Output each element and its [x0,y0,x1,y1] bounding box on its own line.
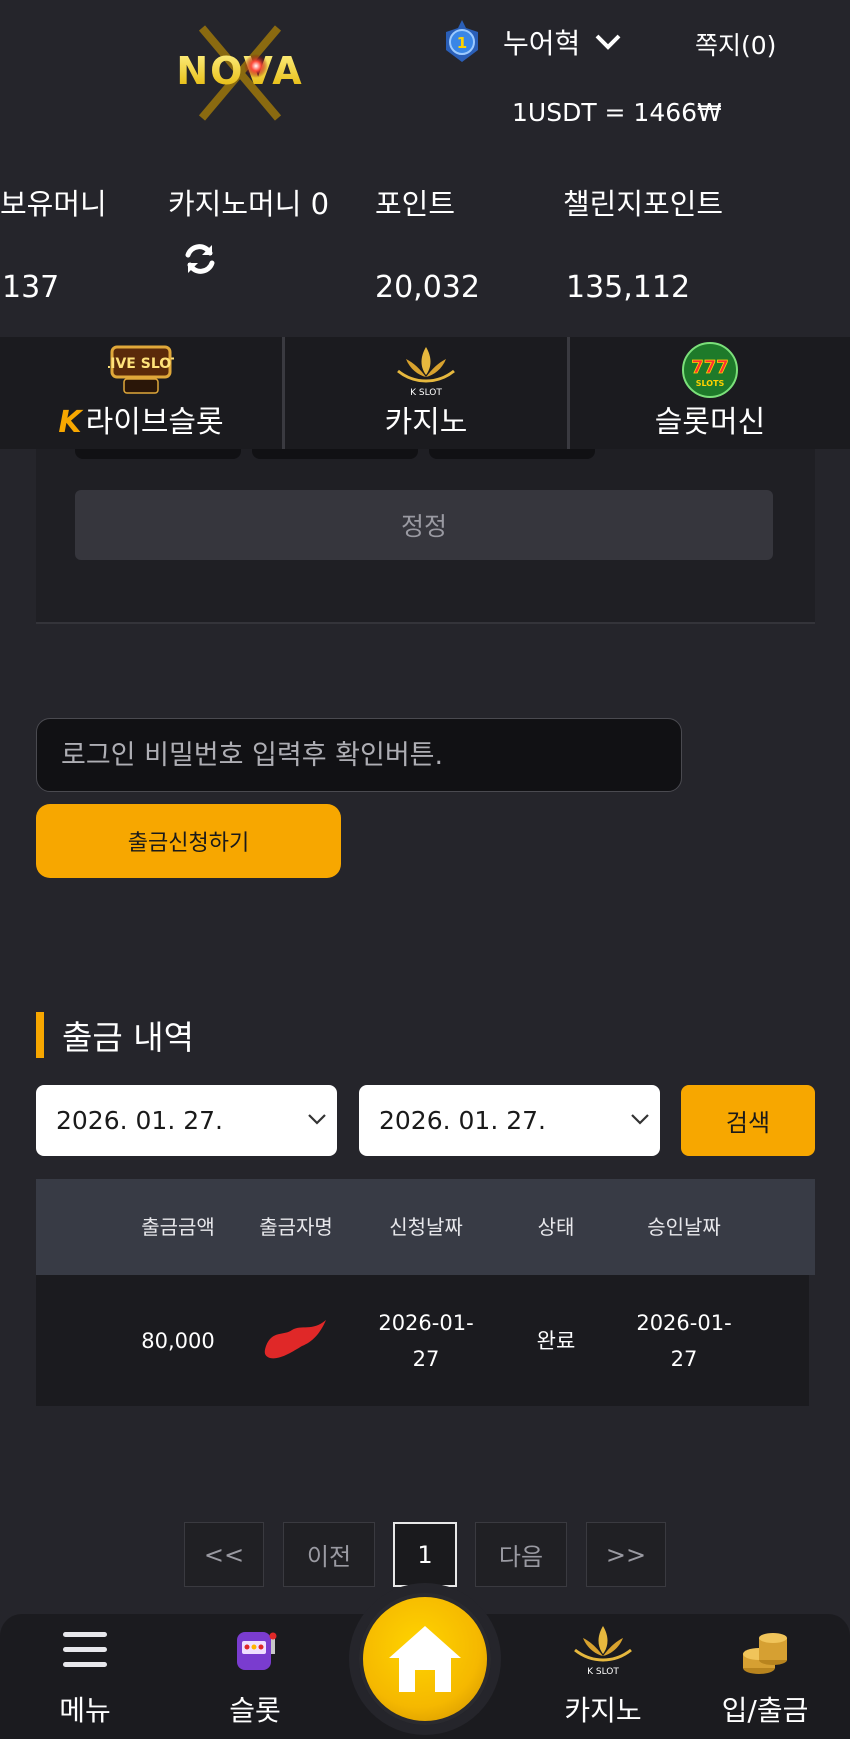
approved-date-line: 2026-01- [636,1310,732,1335]
hamburger-menu-icon [63,1632,107,1667]
amount-chip[interactable] [252,449,418,459]
requested-date-line: 2026-01- [378,1310,474,1335]
live-slot-badge: LIVE SLOT [108,356,174,372]
amount-chip[interactable] [429,449,595,459]
date-to-select[interactable]: 2026. 01. 27. [359,1085,660,1156]
live-slot-text: 라이브슬롯 [85,405,224,440]
date-from-value: 2026. 01. 27. [56,1106,223,1135]
k-slot-badge: K SLOT [587,1667,619,1677]
tab-live-slot[interactable]: LIVE SLOT K라이브슬롯 [0,337,285,449]
chevron-down-icon [595,34,621,50]
password-input[interactable] [36,718,682,792]
challenge-points-label: 챌린지포인트 [563,187,724,221]
slot-machine-icon [237,1632,277,1670]
tab-live-slot-label: K 라이브슬롯 [0,397,282,441]
reset-button[interactable]: 정정 [75,490,773,560]
date-from-select[interactable]: 2026. 01. 27. [36,1085,337,1156]
casino-money-label: 카지노머니 0 [168,187,330,221]
tab-casino[interactable]: K SLOT 카지노 [285,337,570,449]
column-header: 상태 [537,1215,575,1239]
table-header: 출금금액 출금자명 신청날짜 상태 승인날짜 [36,1179,815,1275]
nav-menu-label: 메뉴 [59,1694,111,1727]
tab-slot-machine-label: 슬롯머신 [654,405,766,440]
nav-deposit-label: 입/출금 [721,1694,809,1727]
nav-casino[interactable]: K SLOT 카지노 [548,1614,658,1739]
nav-slot[interactable]: 슬롯 [210,1614,300,1739]
nova-logo[interactable]: NOVA [140,18,340,128]
table-row: 80,000 2026-01- 27 완료 2026-01- 27 [36,1275,809,1406]
k-slot-lotus-icon: K SLOT [397,347,455,398]
live-slot-icon: LIVE SLOT [108,345,174,394]
column-header: 출금자명 [259,1215,333,1239]
coin-stack-icon [743,1633,787,1674]
nav-casino-label: 카지노 [564,1694,642,1727]
refresh-icon[interactable] [182,241,218,277]
777-slots-icon: 777 SLOTS [682,342,738,398]
cell-requested-date: 2026-01- 27 [366,1275,486,1406]
page-prev-button[interactable]: 이전 [283,1522,375,1587]
column-header: 신청날짜 [389,1215,463,1239]
requested-date-line: 27 [412,1346,440,1371]
column-header: 승인날짜 [647,1215,721,1239]
amount-chip[interactable] [75,449,241,459]
redaction-scribble [264,1320,326,1359]
username-label: 누어혁 [503,27,581,60]
withdraw-request-button[interactable]: 출금신청하기 [36,804,341,878]
chevron-down-icon [631,1114,649,1125]
svg-text:777: 777 [691,357,729,378]
held-money-value: 137 [2,270,60,305]
slots-badge: SLOTS [696,379,725,388]
cell-amount: 80,000 [141,1328,215,1353]
top-header: NOVA 1 누어혁 쪽지(0) 1USDT = 1466₩ 보유머니 137 … [0,0,850,337]
game-category-tabs: LIVE SLOT K라이브슬롯 K SLOT 카지노 777 SLOTS 슬롯… [0,337,850,449]
column-header: 출금금액 [141,1215,215,1239]
challenge-points-value: 135,112 [566,270,691,305]
nav-deposit-withdraw[interactable]: 입/출금 [710,1614,820,1739]
points-value: 20,032 [375,270,480,305]
cell-approved-date: 2026-01- 27 [624,1275,744,1406]
page-current-button[interactable]: 1 [393,1522,457,1587]
page-first-button[interactable]: << [184,1522,264,1587]
page-next-button[interactable]: 다음 [475,1522,567,1587]
date-to-value: 2026. 01. 27. [379,1106,546,1135]
nav-slot-label: 슬롯 [229,1694,281,1727]
tab-slot-machine[interactable]: 777 SLOTS 슬롯머신 [570,337,850,449]
home-icon [389,1626,461,1692]
cell-status: 완료 [536,1328,576,1353]
history-title: 출금 내역 [62,1018,194,1057]
level-badge-icon: 1 [446,20,478,62]
nav-menu[interactable]: 메뉴 [40,1614,130,1739]
amount-panel: 정정 [36,449,815,624]
home-button[interactable] [359,1593,491,1725]
points-label: 포인트 [375,187,456,221]
title-accent-bar [36,1012,44,1058]
held-money-label: 보유머니 [0,187,107,221]
k-logo-icon: K [58,405,82,440]
page-last-button[interactable]: >> [586,1522,666,1587]
approved-date-line: 27 [670,1346,698,1371]
tab-casino-label: 카지노 [384,405,468,440]
exchange-rate: 1USDT = 1466₩ [512,98,722,127]
search-button[interactable]: 검색 [681,1085,815,1156]
messages-link[interactable]: 쪽지(0) [695,26,776,62]
logo-text: NOVA [176,49,303,93]
section-title: 출금 내역 [36,1012,194,1058]
level-number: 1 [457,34,467,52]
chevron-down-icon [308,1114,326,1125]
k-slot-lotus-icon: K SLOT [574,1626,632,1677]
user-menu[interactable]: 누어혁 [503,22,622,62]
